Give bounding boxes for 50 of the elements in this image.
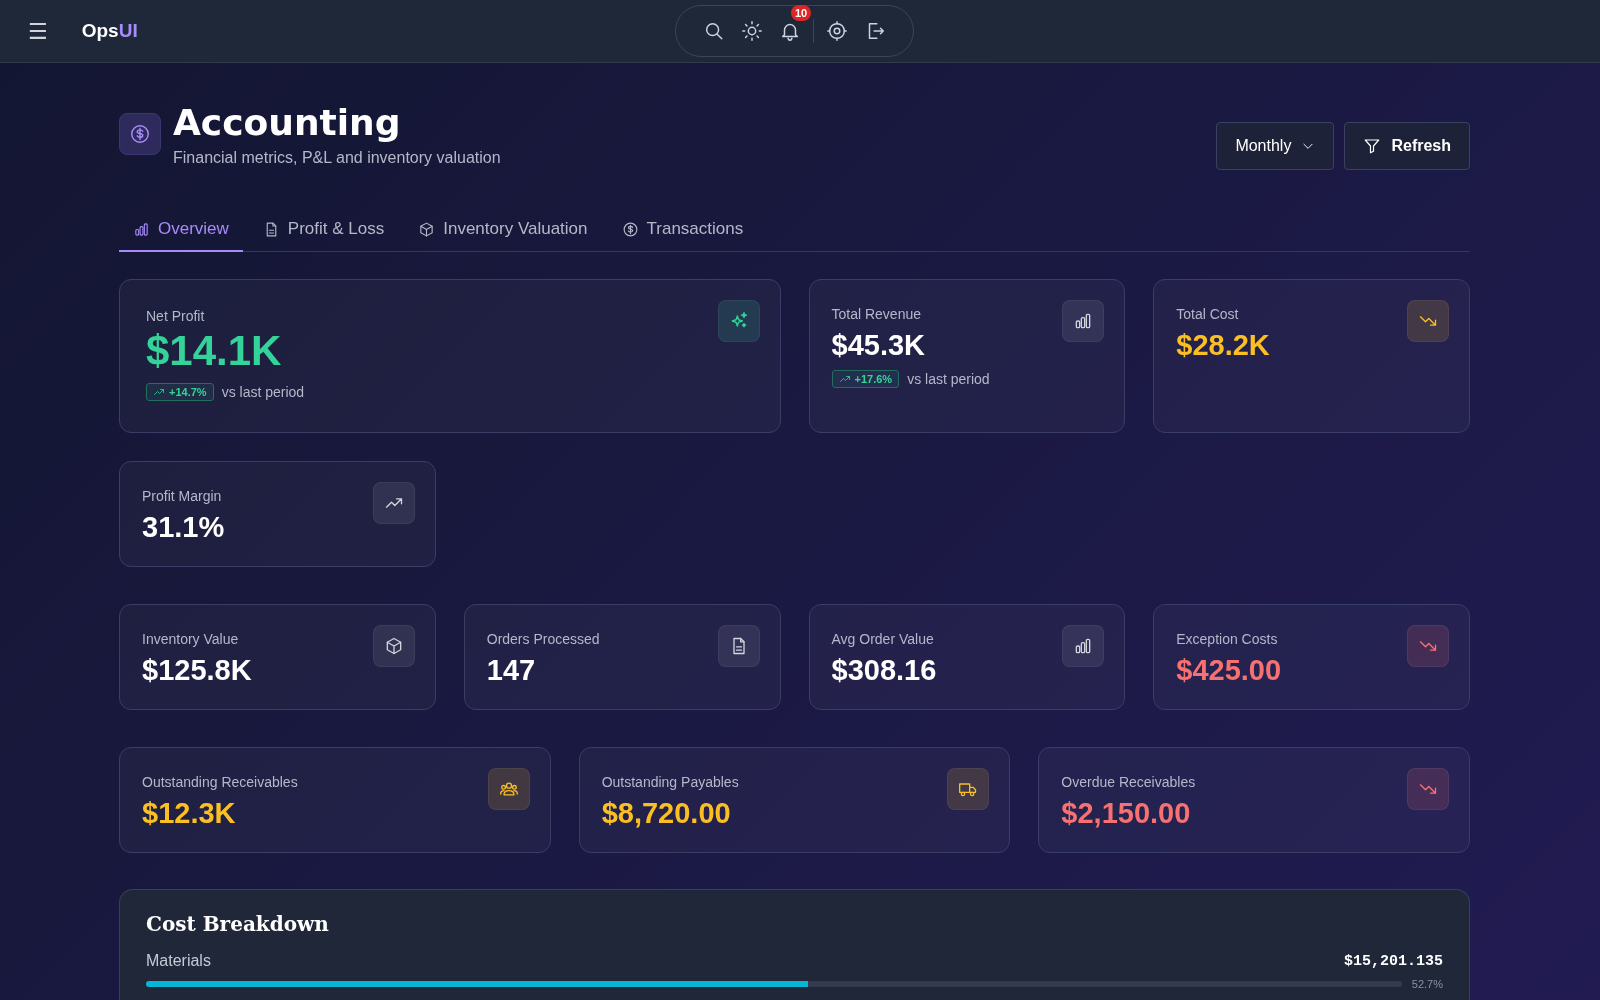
change-badge: +17.6%: [831, 370, 900, 388]
stat-label: Total Revenue: [831, 306, 921, 322]
stat-value: $2,150.00: [1061, 797, 1191, 830]
search-icon: [703, 20, 725, 42]
stat-value: $12.3K: [142, 797, 236, 830]
stat-value: $425.00: [1176, 654, 1282, 687]
stat-label: Outstanding Receivables: [142, 774, 298, 790]
stat-label: Exception Costs: [1176, 631, 1278, 647]
change-note: vs last period: [221, 384, 305, 400]
bar-chart-icon: [133, 220, 150, 238]
stat-label: Total Cost: [1176, 306, 1239, 322]
filter-icon: [1363, 137, 1382, 155]
change-badge: +14.7%: [146, 383, 214, 401]
stat-value: 31.1%: [142, 511, 225, 544]
stat-label: Orders Processed: [486, 631, 600, 647]
stat-value: $45.3K: [831, 329, 925, 362]
section-title: Cost Breakdown: [146, 912, 330, 936]
tab[interactable]: Overview: [119, 209, 243, 252]
trend-up-icon: [153, 386, 165, 398]
stat-label: Avg Order Value: [831, 631, 934, 647]
dollar-icon: [129, 123, 151, 145]
stat-label: Profit Margin: [142, 488, 222, 504]
page-subtitle: Financial metrics, P&L and inventory valuation: [173, 149, 501, 167]
cost-amount: $15,201.135: [1343, 952, 1443, 970]
cost-share: 52.7%: [1411, 978, 1443, 990]
stat-value: $28.2K: [1176, 329, 1270, 362]
stat-value: $8,720.00: [601, 797, 731, 830]
brand-logo: OpsUI: [81, 20, 138, 42]
sun-icon: [741, 20, 763, 42]
stat-value: $125.8K: [142, 654, 252, 687]
cost-category: Materials: [146, 952, 211, 970]
page-title: Accounting: [173, 101, 402, 145]
menu-button[interactable]: ☰: [24, 18, 52, 44]
stat-label: Outstanding Payables: [601, 774, 739, 790]
refresh-button[interactable]: Refresh: [1344, 122, 1470, 170]
tab[interactable]: Inventory Valuation: [404, 209, 602, 252]
stat-label: Net Profit: [146, 308, 205, 324]
stat-value: $14.1K: [146, 327, 282, 375]
notification-badge: 10: [791, 5, 812, 21]
stat-label: Overdue Receivables: [1061, 774, 1196, 790]
stat-value: $308.16: [831, 654, 937, 687]
tab[interactable]: Profit & Loss: [248, 209, 399, 252]
stat-label: Inventory Value: [142, 631, 239, 647]
dollar-icon: [621, 220, 639, 238]
tab[interactable]: Transactions: [607, 209, 758, 252]
stat-value: 147: [486, 654, 536, 687]
change-note: vs last period: [907, 371, 990, 387]
cube-icon: [418, 220, 436, 238]
period-dropdown[interactable]: Monthly: [1216, 122, 1335, 170]
trend-up-icon: [838, 373, 851, 385]
